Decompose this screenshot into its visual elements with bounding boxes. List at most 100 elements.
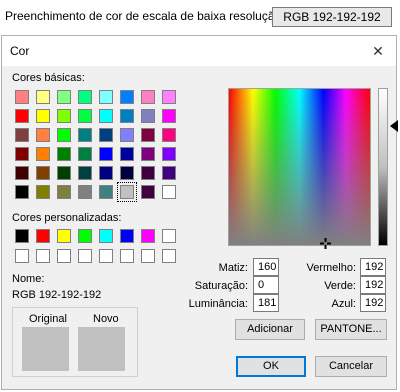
new-color-swatch xyxy=(78,327,125,371)
basic-color-swatch[interactable] xyxy=(141,147,155,161)
custom-color-swatch[interactable] xyxy=(15,249,29,263)
custom-colors-label: Cores personalizadas: xyxy=(12,212,122,224)
property-value-field[interactable]: RGB 192-192-192 xyxy=(272,7,392,27)
green-label: Verde: xyxy=(324,280,356,292)
basic-color-swatch[interactable] xyxy=(141,109,155,123)
color-preview-group: Original Novo xyxy=(12,307,138,377)
basic-color-swatch[interactable] xyxy=(15,109,29,123)
close-icon[interactable]: ✕ xyxy=(366,40,390,62)
blue-label: Azul: xyxy=(331,298,356,310)
basic-color-swatch[interactable] xyxy=(15,147,29,161)
custom-color-swatch[interactable] xyxy=(78,229,92,243)
basic-color-swatch[interactable] xyxy=(78,90,92,104)
basic-color-swatch[interactable] xyxy=(36,185,50,199)
custom-color-swatch[interactable] xyxy=(36,229,50,243)
basic-color-swatch[interactable] xyxy=(120,109,134,123)
basic-color-swatch[interactable] xyxy=(57,109,71,123)
custom-color-swatch[interactable] xyxy=(36,249,50,263)
original-color-swatch xyxy=(22,327,69,371)
basic-color-swatch[interactable] xyxy=(15,185,29,199)
basic-color-swatch[interactable] xyxy=(99,90,113,104)
basic-color-swatch[interactable] xyxy=(99,185,113,199)
custom-color-swatch[interactable] xyxy=(57,249,71,263)
basic-color-swatch[interactable] xyxy=(15,128,29,142)
luminance-slider[interactable] xyxy=(378,88,388,246)
basic-color-swatch[interactable] xyxy=(36,109,50,123)
custom-color-swatch[interactable] xyxy=(141,229,155,243)
green-field[interactable]: 192 xyxy=(360,276,386,294)
red-label: Vermelho: xyxy=(306,262,356,274)
name-value: RGB 192-192-192 xyxy=(12,289,102,301)
hue-label: Matiz: xyxy=(218,262,248,274)
basic-color-swatch[interactable] xyxy=(99,166,113,180)
basic-color-swatch[interactable] xyxy=(120,166,134,180)
basic-color-swatch[interactable] xyxy=(36,128,50,142)
basic-color-swatch[interactable] xyxy=(78,109,92,123)
basic-color-swatch[interactable] xyxy=(162,90,176,104)
saturation-field[interactable]: 0 xyxy=(253,276,279,294)
basic-color-swatch[interactable] xyxy=(57,166,71,180)
basic-color-swatch[interactable] xyxy=(162,185,176,199)
property-row: Preenchimento de cor de escala de baixa … xyxy=(0,0,400,32)
basic-color-swatch[interactable] xyxy=(57,90,71,104)
basic-color-swatch[interactable] xyxy=(162,128,176,142)
basic-colors-label: Cores básicas: xyxy=(12,72,85,84)
basic-color-swatch[interactable] xyxy=(120,90,134,104)
custom-color-swatch[interactable] xyxy=(99,229,113,243)
basic-color-swatch[interactable] xyxy=(57,128,71,142)
new-label: Novo xyxy=(93,313,119,325)
property-label: Preenchimento de cor de escala de baixa … xyxy=(5,9,282,23)
custom-color-swatch[interactable] xyxy=(15,229,29,243)
basic-color-swatch[interactable] xyxy=(78,128,92,142)
luminance-arrow-icon[interactable] xyxy=(390,120,398,132)
basic-color-swatch[interactable] xyxy=(99,147,113,161)
custom-color-swatch[interactable] xyxy=(78,249,92,263)
basic-color-swatch[interactable] xyxy=(15,90,29,104)
custom-color-swatch[interactable] xyxy=(57,229,71,243)
custom-color-swatch[interactable] xyxy=(120,249,134,263)
blue-field[interactable]: 192 xyxy=(360,294,386,312)
color-dialog: Cor ✕ Cores básicas: Cores personalizada… xyxy=(1,35,398,390)
custom-color-swatch[interactable] xyxy=(99,249,113,263)
basic-color-swatch[interactable] xyxy=(99,128,113,142)
basic-color-swatch[interactable] xyxy=(99,109,113,123)
pantone-button[interactable]: PANTONE... xyxy=(315,319,387,340)
basic-color-swatch[interactable] xyxy=(36,147,50,161)
basic-color-swatch[interactable] xyxy=(141,166,155,180)
luminance-label: Luminância: xyxy=(188,298,248,310)
hue-saturation-spectrum[interactable] xyxy=(228,88,371,249)
add-custom-color-button[interactable]: Adicionar xyxy=(235,319,305,340)
basic-color-swatch[interactable] xyxy=(162,166,176,180)
basic-color-swatch[interactable] xyxy=(15,166,29,180)
cancel-button[interactable]: Cancelar xyxy=(315,356,387,377)
ok-button[interactable]: OK xyxy=(236,356,306,377)
custom-color-swatch[interactable] xyxy=(162,229,176,243)
custom-color-swatch[interactable] xyxy=(120,229,134,243)
basic-color-swatch[interactable] xyxy=(162,147,176,161)
basic-color-swatch[interactable] xyxy=(57,185,71,199)
custom-color-swatch[interactable] xyxy=(162,249,176,263)
basic-color-swatch[interactable] xyxy=(78,185,92,199)
dialog-title: Cor xyxy=(10,44,30,58)
basic-color-swatch[interactable] xyxy=(78,147,92,161)
basic-color-swatch[interactable] xyxy=(141,90,155,104)
basic-color-swatch[interactable] xyxy=(78,166,92,180)
basic-color-swatch[interactable] xyxy=(162,109,176,123)
custom-color-swatch[interactable] xyxy=(141,249,155,263)
red-field[interactable]: 192 xyxy=(360,258,386,276)
basic-color-swatch[interactable] xyxy=(141,128,155,142)
hue-field[interactable]: 160 xyxy=(253,258,279,276)
name-label: Nome: xyxy=(12,273,45,285)
crosshair-icon xyxy=(320,238,331,249)
basic-color-swatch[interactable] xyxy=(117,182,137,202)
luminance-field[interactable]: 181 xyxy=(253,294,279,312)
basic-color-swatch[interactable] xyxy=(141,185,155,199)
original-label: Original xyxy=(29,313,67,325)
basic-color-swatch[interactable] xyxy=(57,147,71,161)
basic-color-swatch[interactable] xyxy=(120,128,134,142)
basic-color-swatch[interactable] xyxy=(36,90,50,104)
basic-color-swatch[interactable] xyxy=(36,166,50,180)
basic-color-swatch[interactable] xyxy=(120,147,134,161)
saturation-label: Saturação: xyxy=(194,280,248,292)
title-bar: Cor ✕ xyxy=(2,36,396,66)
